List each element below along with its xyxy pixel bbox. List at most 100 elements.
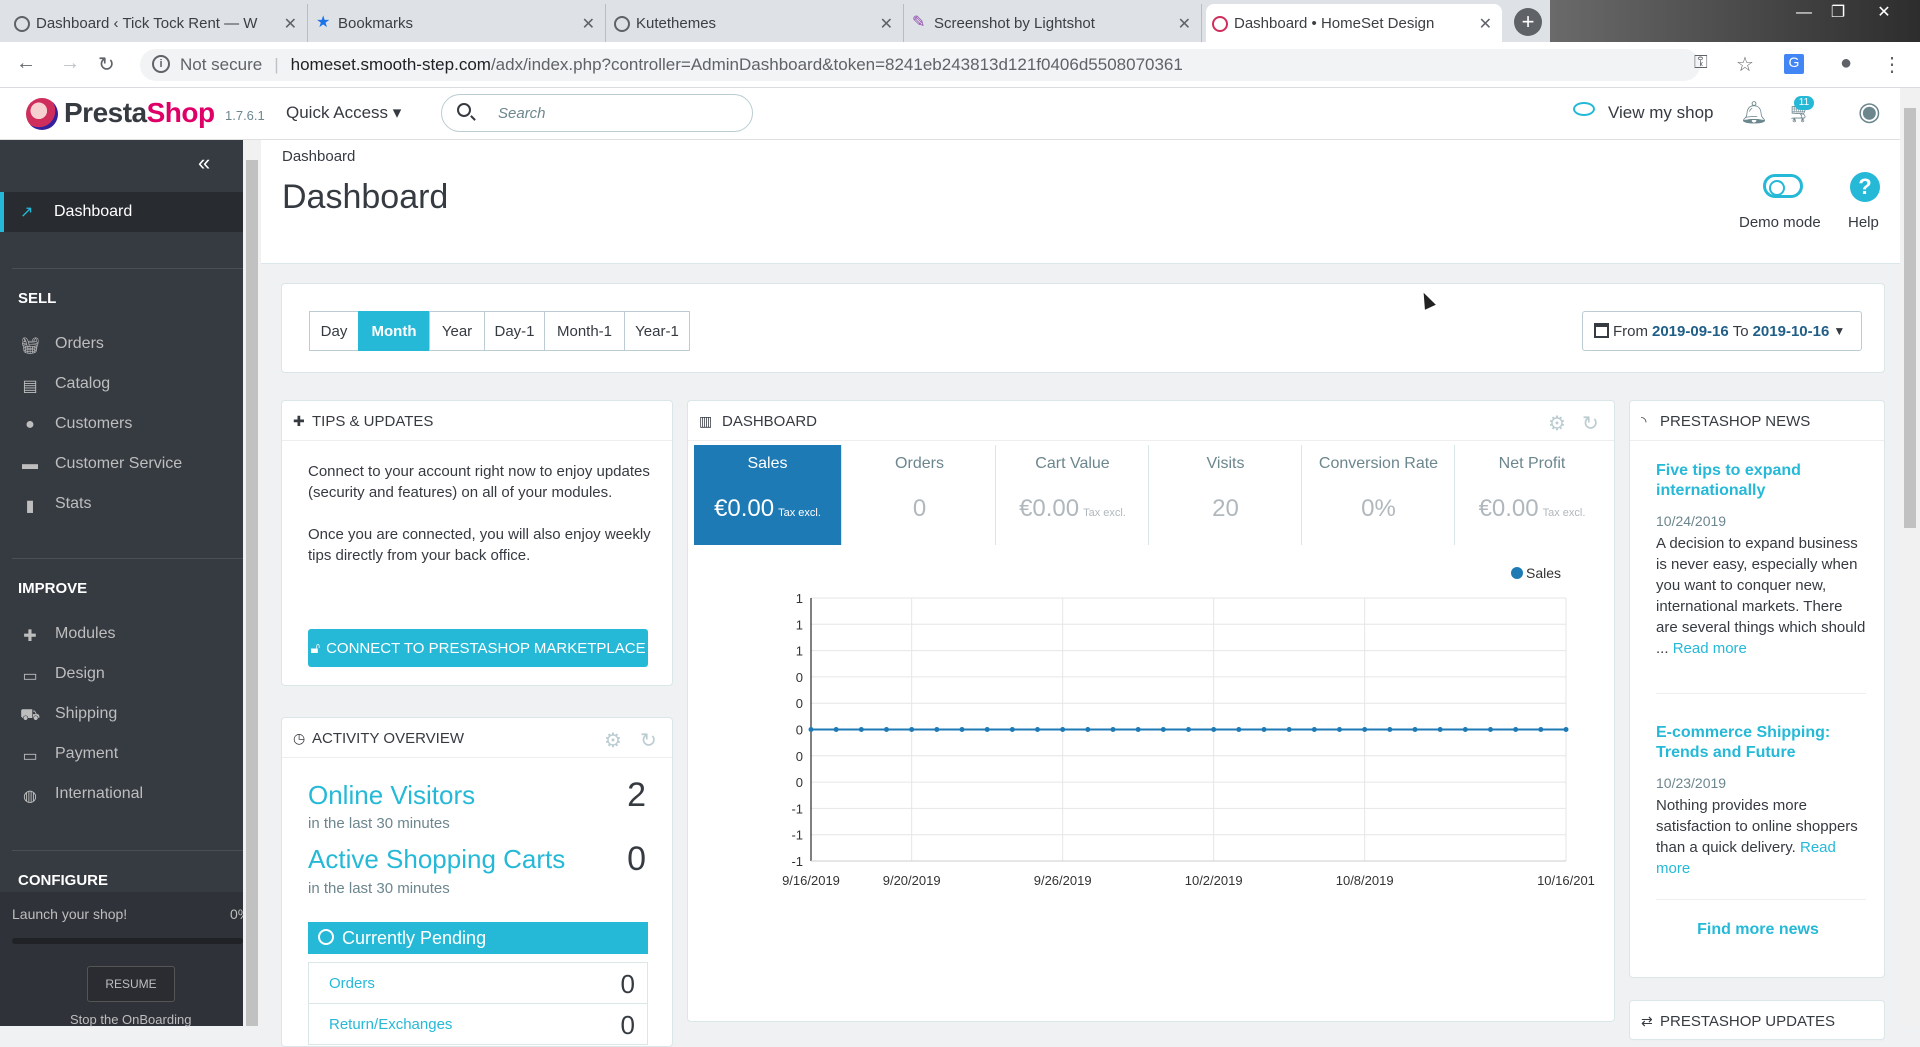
stop-onboarding-link[interactable]: Stop the OnBoarding <box>70 1012 191 1027</box>
panel-heading: ◝ PRESTASHOP NEWS <box>1630 401 1884 441</box>
forward-icon[interactable]: → <box>60 52 80 75</box>
sidebar-label: Customers <box>55 415 133 432</box>
info-icon[interactable]: i <box>152 55 170 73</box>
date-range-picker[interactable]: From 2019-09-16 To 2019-10-16 ▼ <box>1582 311 1862 351</box>
eye-icon[interactable] <box>1573 102 1595 116</box>
pending-row[interactable]: Orders 0 <box>308 962 648 1004</box>
period-month-button[interactable]: Month <box>358 311 430 351</box>
credit-card-icon: ▭ <box>22 748 38 765</box>
sidebar-scrollbar[interactable] <box>243 140 261 1026</box>
sales-chart: 1 1 1 0 0 0 0 0 -1 -1 -1 9/16/2019 9/20/2019 9/26/201… <box>782 565 1595 888</box>
breadcrumb[interactable]: Dashboard <box>282 148 355 165</box>
sidebar-item-stats[interactable]: ▮ Stats <box>20 495 92 515</box>
browser-tab[interactable]: ✎ Screenshot by Lightshot ✕ <box>906 4 1202 42</box>
sidebar-item-shipping[interactable]: ⛟ Shipping <box>20 705 117 724</box>
sidebar-item-international[interactable]: ◍ International <box>20 785 144 805</box>
launch-label: Launch your shop! <box>12 906 128 922</box>
close-icon[interactable]: ✕ <box>582 14 595 34</box>
sidebar-item-customers[interactable]: ● Customers <box>20 415 132 433</box>
refresh-icon[interactable]: ↻ <box>640 728 657 753</box>
onboarding-panel: Launch your shop! 0% <box>0 892 250 1026</box>
period-month-1-button[interactable]: Month-1 <box>544 311 625 351</box>
help-label[interactable]: Help <box>1848 214 1879 231</box>
minimize-icon[interactable]: — <box>1788 2 1820 24</box>
collapse-sidebar-icon[interactable]: « <box>198 150 210 176</box>
view-my-shop-link[interactable]: View my shop <box>1608 103 1714 123</box>
find-more-news-link[interactable]: Find more news <box>1630 921 1886 939</box>
sidebar-item-customer-service[interactable]: ▬ Customer Service <box>20 455 182 473</box>
browser-tab[interactable]: Dashboard ‹ Tick Tock Rent — W ✕ <box>8 4 308 42</box>
profile-icon[interactable]: ◉ <box>1858 96 1881 127</box>
restore-icon[interactable]: ❐ <box>1822 2 1854 24</box>
x-tick-label: 9/20/2019 <box>883 873 941 888</box>
kpi-visits-tab[interactable]: Visits 20 <box>1150 445 1302 545</box>
kpi-label: Cart Value <box>1035 455 1110 472</box>
data-point <box>934 727 940 732</box>
pending-label[interactable]: Return/Exchanges <box>329 1016 452 1033</box>
page-scrollbar[interactable] <box>1900 88 1920 1026</box>
close-icon[interactable]: ✕ <box>880 14 893 34</box>
read-more-link[interactable]: Read more <box>1673 640 1747 657</box>
online-visitors-link[interactable]: Online Visitors <box>308 780 475 811</box>
resume-button[interactable]: RESUME <box>87 966 175 1002</box>
pending-row[interactable]: Return/Exchanges 0 <box>308 1003 648 1045</box>
news-title-link[interactable]: E-commerce Shipping: Trends and Future <box>1656 723 1866 763</box>
browser-tab[interactable]: Kutethemes ✕ <box>608 4 904 42</box>
toggle-icon[interactable] <box>1763 174 1803 198</box>
period-day-1-button[interactable]: Day-1 <box>484 311 545 351</box>
prestashop-logo-icon[interactable] <box>26 98 58 130</box>
help-icon[interactable]: ? <box>1850 172 1880 202</box>
period-day-button[interactable]: Day <box>309 311 359 351</box>
gear-icon[interactable]: ⚙ <box>1548 411 1566 436</box>
kpi-orders-tab[interactable]: Orders 0 <box>844 445 996 545</box>
news-date: 10/23/2019 <box>1656 775 1727 791</box>
browser-tab-active[interactable]: Dashboard • HomeSet Design ✕ <box>1206 4 1502 42</box>
kpi-net-profit-tab[interactable]: Net Profit €0.00 Tax excl. <box>1456 445 1608 545</box>
tips-text: Connect to your account right now to enj… <box>308 463 650 501</box>
refresh-icon: ⇄ <box>1641 1013 1653 1029</box>
menu-icon[interactable]: ⋮ <box>1882 52 1902 77</box>
bell-icon[interactable]: 🔔︎ <box>1740 100 1768 126</box>
url-input[interactable]: i Not secure | homeset.smooth-step.com /… <box>140 49 1700 81</box>
sidebar-item-payment[interactable]: ▭ Payment <box>20 745 118 765</box>
kpi-conversion-tab[interactable]: Conversion Rate 0% <box>1303 445 1455 545</box>
sidebar-item-catalog[interactable]: ▤ Catalog <box>20 375 110 395</box>
translate-icon[interactable]: G <box>1784 54 1804 74</box>
bookmark-star-icon[interactable]: ☆ <box>1736 52 1754 77</box>
sidebar-item-orders[interactable]: 🧺︎ Orders <box>20 335 104 355</box>
refresh-icon[interactable]: ↻ <box>1582 411 1599 436</box>
bar-chart-icon: ▮ <box>25 498 35 515</box>
key-icon[interactable]: ⚿ <box>1694 52 1708 73</box>
search-input[interactable]: Search <box>441 94 753 132</box>
data-point <box>1186 727 1191 732</box>
data-point <box>1412 727 1418 732</box>
kpi-cart-value-tab[interactable]: Cart Value €0.00 Tax excl. <box>997 445 1149 545</box>
sidebar-item-dashboard[interactable]: ↗ Dashboard <box>0 192 243 232</box>
pending-label[interactable]: Orders <box>329 975 375 992</box>
sidebar-label: International <box>55 785 144 802</box>
sidebar-label: Stats <box>55 495 92 512</box>
sidebar-item-modules[interactable]: ✚ Modules <box>20 625 115 645</box>
period-year-button[interactable]: Year <box>429 311 485 351</box>
close-icon[interactable]: ✕ <box>284 14 297 34</box>
store-icon: ▤ <box>22 378 38 395</box>
connect-marketplace-button[interactable]: 🔓︎ CONNECT TO PRESTASHOP MARKETPLACE <box>308 629 648 667</box>
active-carts-link[interactable]: Active Shopping Carts <box>308 844 565 875</box>
demo-mode-label[interactable]: Demo mode <box>1739 214 1821 231</box>
kpi-value: €0.00 <box>714 495 775 522</box>
news-title-link[interactable]: Five tips to expand internationally <box>1656 461 1866 501</box>
close-window-icon[interactable]: ✕ <box>1868 2 1900 24</box>
brand-name[interactable]: PrestaShop <box>64 97 215 129</box>
reload-icon[interactable]: ↻ <box>98 52 115 77</box>
browser-tab[interactable]: ★ Bookmarks ✕ <box>310 4 606 42</box>
kpi-sales-tab[interactable]: Sales €0.00 Tax excl. <box>694 445 842 545</box>
gear-icon[interactable]: ⚙ <box>604 728 622 753</box>
period-year-1-button[interactable]: Year-1 <box>624 311 690 351</box>
quick-access-dropdown[interactable]: Quick Access ▾ <box>286 103 401 123</box>
new-tab-button[interactable]: + <box>1514 8 1542 36</box>
sidebar-item-design[interactable]: ▭ Design <box>20 665 104 685</box>
back-icon[interactable]: ← <box>16 52 36 75</box>
close-icon[interactable]: ✕ <box>1479 14 1492 34</box>
close-icon[interactable]: ✕ <box>1178 14 1191 34</box>
account-icon[interactable]: ● <box>1840 52 1852 75</box>
